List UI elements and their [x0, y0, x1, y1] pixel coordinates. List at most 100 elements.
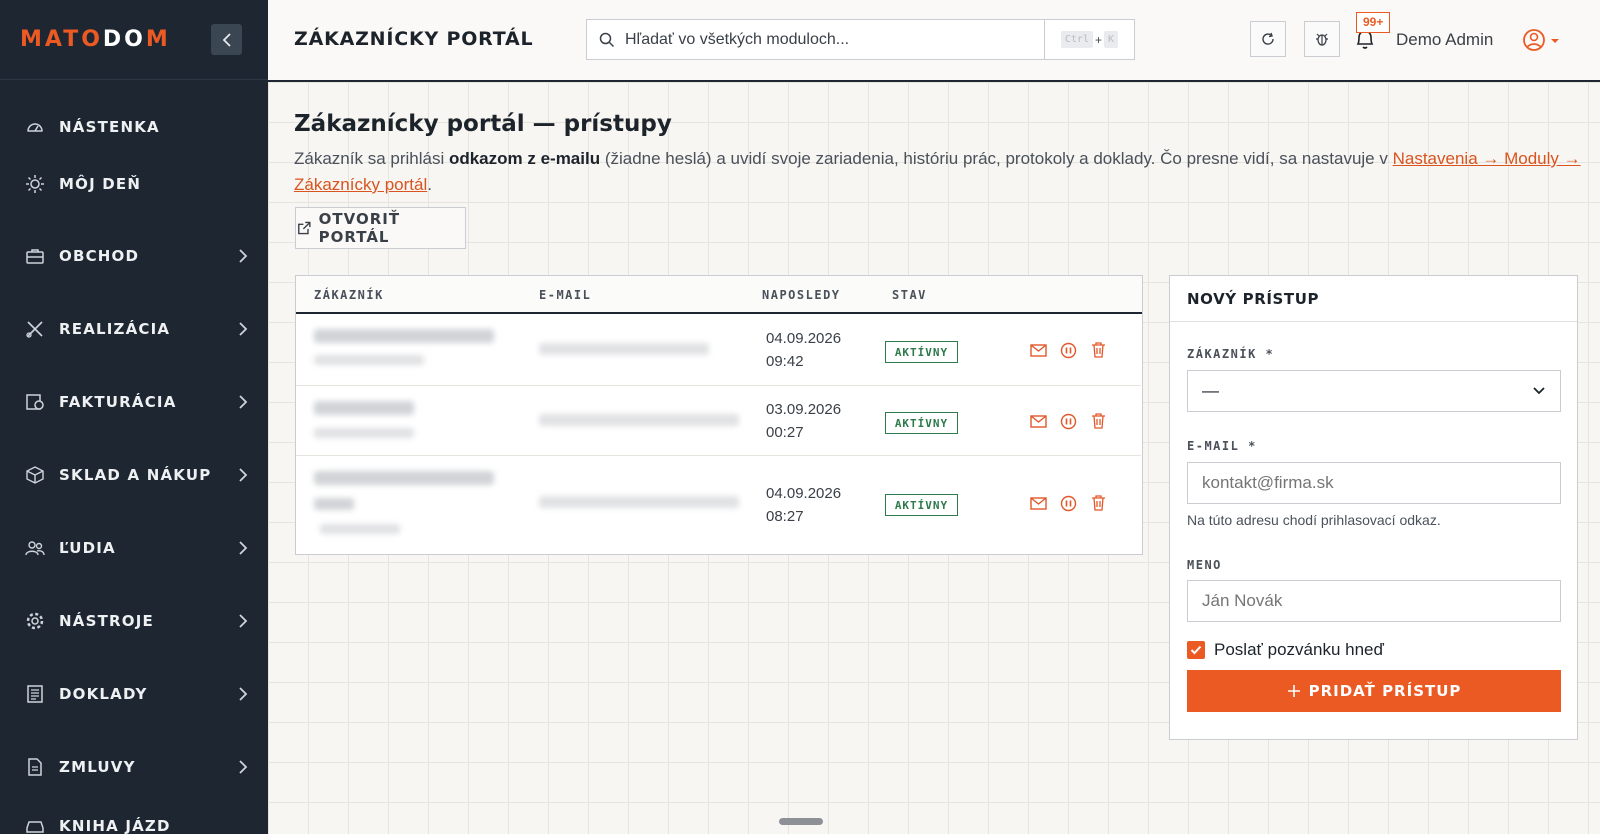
sun-icon	[25, 174, 45, 194]
chevron-right-icon	[239, 614, 248, 628]
main-content: Zákaznícky portál — prístupy Zákazník sa…	[268, 82, 1600, 834]
user-avatar-icon	[1523, 29, 1559, 51]
global-search[interactable]: Ctrl + K	[586, 19, 1135, 60]
email-label: E-MAIL *	[1187, 439, 1257, 453]
sidebar-item-sklad-a-nakup[interactable]: SKLAD A NÁKUP	[0, 455, 268, 495]
panel-title: NOVÝ PRÍSTUP	[1170, 276, 1577, 322]
sidebar-item-label: NÁSTROJE	[59, 612, 154, 630]
add-access-button[interactable]: PRIDAŤ PRÍSTUP	[1187, 670, 1561, 712]
redacted-email	[539, 414, 739, 426]
gear-icon	[25, 611, 45, 631]
redacted-customer-name	[314, 471, 494, 485]
table-header: ZÁKAZNÍK E-MAIL NAPOSLEDY STAV	[296, 276, 1142, 314]
notification-badge: 99+	[1356, 12, 1391, 33]
last-seen: 03.09.2026 00:27	[766, 401, 842, 441]
resend-email-icon[interactable]	[1030, 497, 1047, 510]
kbd-k: K	[1104, 31, 1119, 48]
bug-report-button[interactable]	[1304, 21, 1340, 57]
redacted-customer-detail	[320, 524, 400, 534]
column-header-email[interactable]: E-MAIL	[539, 288, 591, 302]
name-field[interactable]	[1187, 580, 1561, 622]
redacted-email	[539, 496, 739, 508]
sidebar-item-label: DOKLADY	[59, 685, 148, 703]
invoice-icon	[25, 392, 45, 412]
redacted-email	[539, 343, 709, 355]
sidebar-item-label: REALIZÁCIA	[59, 320, 171, 338]
refresh-button[interactable]	[1250, 21, 1286, 57]
sidebar-item-label: ZMLUVY	[59, 758, 136, 776]
resend-email-icon[interactable]	[1030, 415, 1047, 428]
column-header-customer[interactable]: ZÁKAZNÍK	[314, 288, 384, 302]
sidebar-item-ludia[interactable]: ĽUDIA	[0, 528, 268, 568]
drag-handle[interactable]	[779, 818, 823, 825]
column-header-last-seen[interactable]: NAPOSLEDY	[762, 288, 841, 302]
page-title: Zákaznícky portál — prístupy	[294, 111, 672, 137]
trash-icon[interactable]	[1091, 412, 1106, 429]
name-label: MENO	[1187, 558, 1222, 572]
redacted-customer-detail	[314, 498, 354, 510]
plus-icon	[1287, 685, 1300, 697]
sidebar-item-label: MÔJ DEŇ	[59, 175, 142, 193]
section-title: ZÁKAZNÍCKY PORTÁL	[294, 28, 534, 50]
trash-icon[interactable]	[1091, 494, 1106, 511]
sidebar-item-nastenka[interactable]: NÁSTENKA	[0, 107, 268, 147]
table-row[interactable]: 03.09.2026 00:27 AKTÍVNY	[296, 386, 1141, 456]
sidebar-item-label: KNIHA JÁZD	[59, 817, 171, 834]
chevron-right-icon	[239, 322, 248, 336]
column-header-status[interactable]: STAV	[892, 288, 927, 302]
box-icon	[25, 465, 45, 485]
collapse-sidebar-button[interactable]	[211, 24, 242, 55]
user-name[interactable]: Demo Admin	[1396, 30, 1493, 50]
user-menu[interactable]	[1522, 28, 1568, 59]
email-field[interactable]	[1187, 462, 1561, 504]
access-table: ZÁKAZNÍK E-MAIL NAPOSLEDY STAV 04.09.202…	[295, 275, 1143, 555]
chevron-left-icon	[222, 32, 231, 47]
tools-icon	[25, 319, 45, 339]
page-description: Zákazník sa prihlási odkazom z e-mailu (…	[294, 149, 1581, 194]
kbd-ctrl: Ctrl	[1060, 31, 1094, 48]
kbd-plus: +	[1095, 32, 1103, 47]
sidebar-item-realizacia[interactable]: REALIZÁCIA	[0, 309, 268, 349]
sidebar-item-label: ĽUDIA	[59, 539, 116, 557]
sidebar-item-label: SKLAD A NÁKUP	[59, 466, 212, 484]
bug-icon	[1316, 33, 1328, 46]
search-icon	[599, 32, 615, 47]
chevron-right-icon	[239, 760, 248, 774]
table-row[interactable]: 04.09.2026 09:42 AKTÍVNY	[296, 315, 1141, 386]
brand-logo[interactable]: MATODOM	[20, 27, 171, 52]
sidebar-item-label: NÁSTENKA	[59, 118, 160, 136]
table-row[interactable]: 04.09.2026 08:27 AKTÍVNY	[296, 456, 1141, 553]
sidebar-item-doklady[interactable]: DOKLADY	[0, 674, 268, 714]
briefcase-icon	[25, 246, 45, 266]
customer-select[interactable]: —	[1187, 370, 1561, 412]
sidebar-item-nastroje[interactable]: NÁSTROJE	[0, 601, 268, 641]
dashboard-icon	[25, 117, 45, 137]
chevron-right-icon	[239, 468, 248, 482]
resend-email-icon[interactable]	[1030, 344, 1047, 357]
chevron-right-icon	[239, 249, 248, 263]
open-portal-button[interactable]: OTVORIŤ PORTÁL	[295, 207, 466, 249]
status-badge: AKTÍVNY	[885, 412, 958, 434]
pause-icon[interactable]	[1060, 495, 1077, 512]
redacted-customer-name	[314, 329, 494, 343]
contract-icon	[25, 757, 45, 777]
pause-icon[interactable]	[1060, 413, 1077, 430]
external-link-icon	[298, 221, 311, 235]
sidebar-item-obchod[interactable]: OBCHOD	[0, 236, 268, 276]
customer-label: ZÁKAZNÍK *	[1187, 347, 1275, 361]
shortcut-hint: Ctrl + K	[1044, 20, 1134, 59]
top-header: ZÁKAZNÍCKY PORTÁL Ctrl + K 99+ Demo Admi…	[268, 0, 1600, 82]
status-badge: AKTÍVNY	[885, 494, 958, 516]
trash-icon[interactable]	[1091, 341, 1106, 358]
sidebar-item-moj-den[interactable]: MÔJ DEŇ	[0, 164, 268, 204]
redacted-customer-detail	[314, 355, 424, 365]
checkmark-icon	[1190, 645, 1202, 655]
search-input[interactable]	[625, 30, 1044, 49]
sidebar-item-kniha-jazd[interactable]: KNIHA JÁZD	[0, 806, 268, 834]
pause-icon[interactable]	[1060, 342, 1077, 359]
sidebar: MATODOM NÁSTENKA MÔJ DEŇ OBCHOD REALIZÁC…	[0, 0, 268, 834]
sidebar-item-fakturacia[interactable]: FAKTURÁCIA	[0, 382, 268, 422]
send-invite-label[interactable]: Poslať pozvánku hneď	[1214, 640, 1384, 660]
sidebar-item-zmluvy[interactable]: ZMLUVY	[0, 747, 268, 787]
send-invite-checkbox[interactable]	[1187, 641, 1205, 659]
